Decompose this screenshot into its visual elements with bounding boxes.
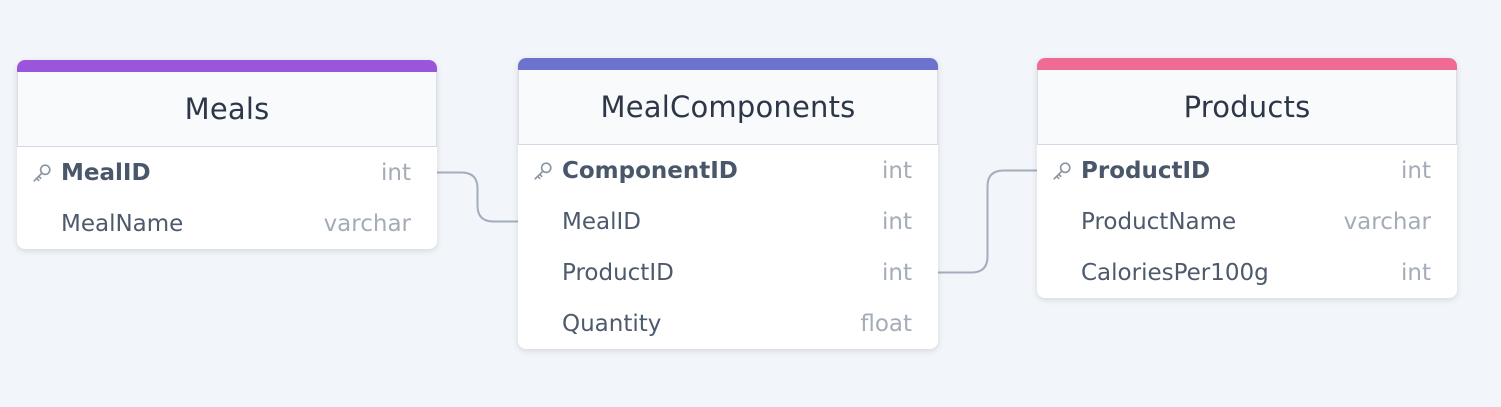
column-type: int bbox=[882, 208, 912, 235]
table-meals[interactable]: Meals MealID int MealName varchar bbox=[17, 60, 437, 249]
table-row[interactable]: ProductName varchar bbox=[1037, 196, 1457, 247]
table-row[interactable]: Quantity float bbox=[518, 298, 938, 349]
table-row[interactable]: ProductID int bbox=[518, 247, 938, 298]
column-name: MealID bbox=[562, 208, 641, 235]
column-name: ComponentID bbox=[562, 157, 738, 184]
table-accent-bar bbox=[518, 58, 938, 70]
table-row[interactable]: ProductID int bbox=[1037, 145, 1457, 196]
table-row[interactable]: MealName varchar bbox=[17, 198, 437, 249]
column-type: int bbox=[1401, 157, 1431, 184]
table-accent-bar bbox=[17, 60, 437, 72]
table-row[interactable]: MealID int bbox=[518, 196, 938, 247]
column-type: varchar bbox=[1343, 208, 1431, 235]
column-type: int bbox=[1401, 259, 1431, 286]
column-name: Quantity bbox=[562, 310, 662, 337]
key-icon bbox=[534, 162, 552, 180]
key-icon bbox=[33, 164, 51, 182]
column-name: ProductName bbox=[1081, 208, 1237, 235]
key-icon bbox=[1053, 162, 1071, 180]
diagram-canvas[interactable]: Meals MealID int MealName varchar MealCo… bbox=[0, 0, 1501, 407]
column-type: int bbox=[381, 159, 411, 186]
column-type: varchar bbox=[323, 210, 411, 237]
table-title[interactable]: Meals bbox=[17, 72, 437, 147]
column-type: float bbox=[860, 310, 912, 337]
column-type: int bbox=[882, 157, 912, 184]
table-row[interactable]: ComponentID int bbox=[518, 145, 938, 196]
column-name: CaloriesPer100g bbox=[1081, 259, 1269, 286]
table-title[interactable]: Products bbox=[1037, 70, 1457, 145]
table-products[interactable]: Products ProductID int ProductName varch… bbox=[1037, 58, 1457, 298]
table-row[interactable]: CaloriesPer100g int bbox=[1037, 247, 1457, 298]
relation-edge-meals-mealcomponents[interactable] bbox=[437, 171, 518, 223]
column-name: MealName bbox=[61, 210, 184, 237]
column-name: ProductID bbox=[1081, 157, 1211, 184]
table-accent-bar bbox=[1037, 58, 1457, 70]
relation-edge-mealcomponents-products[interactable] bbox=[938, 169, 1037, 274]
column-name: MealID bbox=[61, 159, 151, 186]
column-type: int bbox=[882, 259, 912, 286]
column-name: ProductID bbox=[562, 259, 674, 286]
table-row[interactable]: MealID int bbox=[17, 147, 437, 198]
table-title[interactable]: MealComponents bbox=[518, 70, 938, 145]
table-mealcomponents[interactable]: MealComponents ComponentID int MealID in… bbox=[518, 58, 938, 349]
